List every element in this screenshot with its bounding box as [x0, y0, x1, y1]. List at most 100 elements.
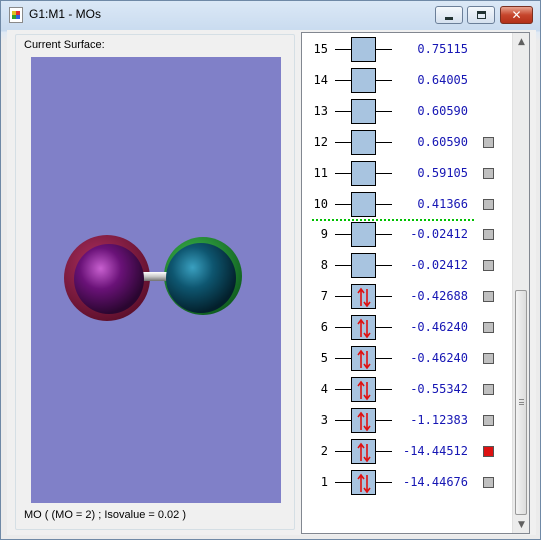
orbital-list-panel: 15 0.75115 14 0.64005 13 0.60590 12 0.60590 11 0.…	[301, 32, 530, 534]
orbital-energy: 0.60590	[417, 134, 468, 149]
orbital-number: 15	[313, 42, 328, 56]
orbital-level-line	[335, 481, 351, 483]
orbital-row[interactable]: 8 -0.02412	[302, 250, 512, 281]
orbital-row[interactable]: 6 -0.46240	[302, 312, 512, 343]
title-bar[interactable]: G1:M1 - MOs ✕	[1, 1, 540, 29]
orbital-level-box[interactable]	[351, 376, 376, 402]
orbital-number: 9	[320, 227, 328, 242]
orbital-checkbox[interactable]	[483, 383, 494, 395]
orbital-row[interactable]: 4 -0.55342	[302, 374, 512, 405]
scroll-up-arrow-icon[interactable]: ▲	[513, 33, 530, 50]
orbital-level-line	[335, 358, 351, 359]
orbital-level-line	[335, 234, 351, 236]
spin-pair-icon	[357, 411, 371, 432]
grip-icon	[519, 399, 524, 405]
scroll-down-arrow-icon[interactable]: ▼	[513, 516, 530, 533]
orbital-level-line	[335, 450, 351, 452]
orbital-energy: 0.41366	[417, 196, 468, 211]
orbital-row[interactable]: 14 0.64005	[302, 65, 512, 96]
orbital-energy: 0.60590	[417, 103, 468, 118]
orbital-level-box[interactable]	[351, 191, 376, 217]
orbital-checkbox[interactable]	[483, 445, 494, 457]
orbital-level-box[interactable]	[351, 37, 376, 62]
orbital-energy: 0.64005	[417, 72, 468, 87]
close-button[interactable]: ✕	[500, 6, 533, 24]
minimize-icon	[445, 16, 453, 20]
orbital-level-line	[335, 203, 351, 205]
orbital-row[interactable]: 3 -1.12383	[302, 405, 512, 436]
orbital-energy: -0.55342	[410, 381, 468, 396]
orbital-number: 13	[313, 103, 328, 118]
orbital-number: 5	[320, 351, 328, 365]
orbital-row[interactable]: 9 -0.02412	[302, 219, 512, 250]
orbital-row[interactable]: 5 -0.46240	[302, 343, 512, 374]
orbital-energy: -0.02412	[410, 258, 468, 273]
orbital-row[interactable]: 2 -14.44512	[302, 436, 512, 467]
orbital-level-box[interactable]	[351, 98, 376, 124]
orbital-energy: -0.46240	[410, 351, 468, 365]
maximize-button[interactable]	[467, 6, 495, 24]
current-surface-group: Current Surface: MO ((MO = 2) ; Isovalu…	[15, 34, 295, 530]
orbital-level-box[interactable]	[351, 469, 376, 495]
surface-viewport[interactable]	[31, 57, 281, 503]
orbital-level-box[interactable]	[351, 253, 376, 279]
vertical-scrollbar[interactable]: ▲ ▼	[512, 33, 529, 533]
orbital-level-box[interactable]	[351, 129, 376, 155]
mo-isovalue-caption: MO ( (MO = 2) ; Isovalue = 0.02 )	[24, 509, 186, 521]
orbital-checkbox[interactable]	[483, 167, 494, 179]
orbital-level-line	[335, 419, 351, 421]
orbital-checkbox[interactable]	[483, 353, 494, 364]
orbital-number: 11	[313, 165, 328, 180]
orbital-number: 4	[320, 381, 328, 396]
orbital-checkbox[interactable]	[483, 291, 494, 303]
orbital-checkbox[interactable]	[483, 260, 494, 272]
orbital-level-line	[335, 296, 351, 298]
orbital-level-box[interactable]	[351, 160, 376, 186]
orbital-row[interactable]: 1 -14.44676	[302, 467, 512, 498]
orbital-checkbox[interactable]	[483, 476, 494, 488]
orbital-row[interactable]: 15 0.75115	[302, 34, 512, 65]
molecule-render	[64, 235, 242, 321]
orbital-row[interactable]: 10 0.41366	[302, 189, 512, 220]
orbital-level-line	[335, 79, 351, 81]
orbital-number: 14	[313, 72, 328, 87]
spin-pair-icon	[357, 349, 371, 370]
orbital-number: 3	[320, 412, 328, 427]
orbital-energy: -14.44676	[402, 474, 468, 489]
spin-pair-icon	[357, 318, 371, 339]
orbital-level-box[interactable]	[351, 407, 376, 433]
orbital-checkbox[interactable]	[483, 414, 494, 426]
orbital-number: 6	[320, 320, 328, 335]
orbital-checkbox[interactable]	[483, 229, 494, 241]
orbital-number: 8	[320, 258, 328, 273]
orbital-number: 12	[313, 134, 328, 149]
orbital-energy: -14.44512	[402, 443, 468, 458]
orbital-energy: -0.46240	[410, 320, 468, 335]
window-title: G1:M1 - MOs	[29, 7, 102, 21]
orbital-level-box[interactable]	[351, 67, 376, 93]
orbital-row[interactable]: 12 0.60590	[302, 127, 512, 158]
orbital-energy: 0.75115	[417, 42, 468, 56]
orbital-row[interactable]: 11 0.59105	[302, 158, 512, 189]
orbital-number: 2	[320, 443, 328, 458]
orbital-level-line	[335, 265, 351, 267]
orbital-level-line	[335, 388, 351, 390]
orbital-level-box[interactable]	[351, 315, 376, 341]
orbital-level-box[interactable]	[351, 438, 376, 464]
minimize-button[interactable]	[435, 6, 463, 24]
left-atom	[74, 244, 144, 314]
scrollbar-thumb[interactable]	[515, 290, 527, 515]
spin-pair-icon	[357, 473, 371, 493]
orbital-level-box[interactable]	[351, 346, 376, 371]
orbital-row[interactable]: 7 -0.42688	[302, 281, 512, 312]
orbital-energy: -0.02412	[410, 227, 468, 242]
orbital-checkbox[interactable]	[483, 322, 494, 334]
orbital-checkbox[interactable]	[483, 136, 494, 148]
orbital-energy: -1.12383	[410, 412, 468, 427]
orbital-level-box[interactable]	[351, 284, 376, 310]
close-icon: ✕	[511, 8, 522, 22]
orbital-level-box[interactable]	[351, 222, 376, 248]
orbital-level-line	[335, 327, 351, 329]
orbital-checkbox[interactable]	[483, 198, 494, 210]
orbital-row[interactable]: 13 0.60590	[302, 96, 512, 127]
